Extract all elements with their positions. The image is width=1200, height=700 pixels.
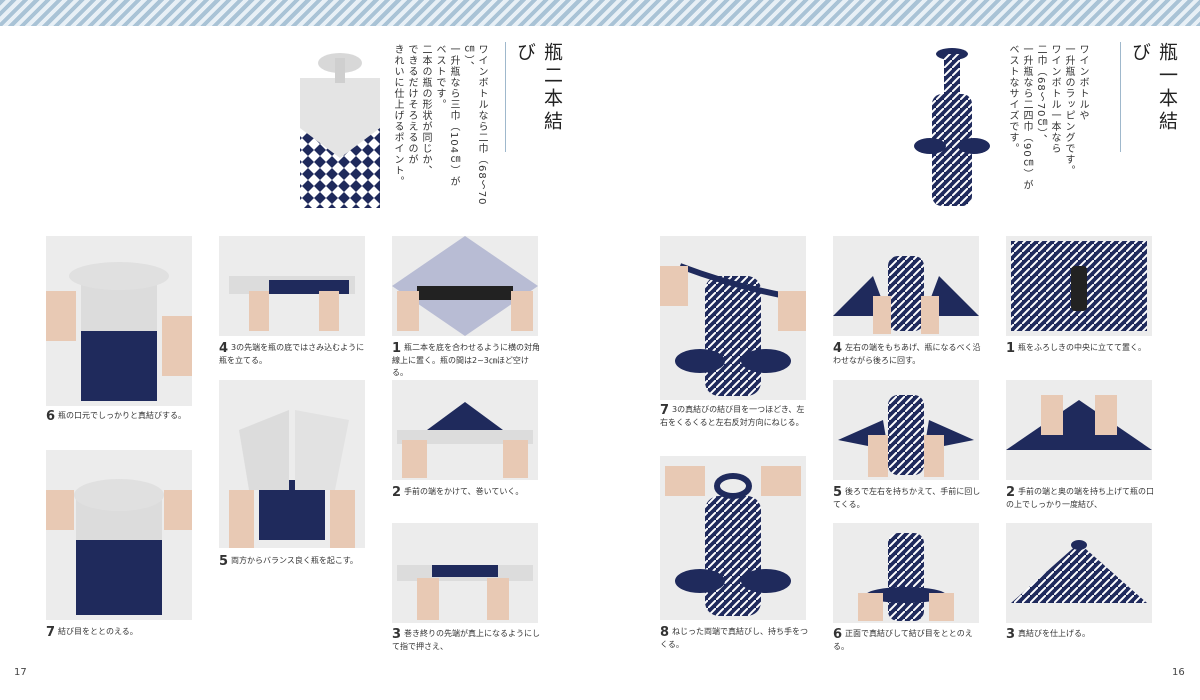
step-caption-2-right: 2 手前の端と奥の端を持ち上げて瓶の口の上でしっかり一度結び、 [1006, 485, 1155, 509]
left-intro-line: ベストです。 [434, 44, 445, 110]
step-caption-1-right: 1 瓶をふろしきの中央に立てて置く。 [1006, 341, 1147, 356]
step-photo-1-left [392, 236, 538, 336]
left-page-intro: ワインボトルなら二巾（68～70㎝）、 一升瓶なら三巾（104㎝）が ベストです… [390, 44, 488, 224]
step-photo-6-left [46, 236, 192, 406]
step-caption-3-right: 3 真結びを仕上げる。 [1006, 627, 1091, 642]
right-page-intro: ワインボトルや 一升瓶のラッピングです。 ワインボトル一本なら 二巾（68～70… [1005, 44, 1089, 224]
step-photo-2-right [1006, 380, 1152, 480]
step-caption-8-right: 8 ねじった両端で真結びし、持ち手をつくる。 [660, 625, 809, 649]
step-photo-7-left [46, 450, 192, 620]
left-page-title: 瓶二本結び [505, 42, 566, 152]
page-number-left: 17 [14, 667, 27, 678]
step-caption-2-left: 2 手前の端をかけて、巻いていく。 [392, 485, 524, 500]
step-photo-4-left [219, 236, 365, 336]
step-caption-7-right: 7 3の真結びの結び目を一つほどき、左右をくるくると左右反対方向にねじる。 [660, 403, 805, 427]
left-intro-line: 一升瓶なら三巾（104㎝）が [448, 44, 459, 188]
step-photo-6-right [833, 523, 979, 623]
step-caption-4-left: 4 3の先端を瓶の底ではさみ込むように瓶を立てる。 [219, 341, 365, 365]
step-photo-3-left [392, 523, 538, 623]
page-number-right: 16 [1172, 667, 1185, 678]
step-photo-1-right [1006, 236, 1152, 336]
step-photo-5-right [833, 380, 979, 480]
right-intro-line: 二巾（68～70㎝）、 [1035, 44, 1046, 146]
left-intro-line: 二本の瓶の形状が同じか、 [420, 44, 431, 176]
step-photo-7-right [660, 236, 806, 400]
left-intro-line: できるだけそろえるのが [406, 44, 417, 165]
step-photo-4-right [833, 236, 979, 336]
step-caption-5-right: 5 後ろで左右を持ちかえて、手前に回してくる。 [833, 485, 981, 509]
left-intro-line: ワインボトルなら二巾（68～70㎝）、 [462, 44, 487, 206]
step-caption-1-left: 1 瓶二本を底を合わせるように横の対角線上に置く。瓶の間は2~3㎝ほど空ける。 [392, 341, 541, 377]
right-intro-line: ベストなサイズです。 [1007, 44, 1018, 154]
right-page-title: 瓶一本結び [1120, 42, 1181, 152]
step-photo-2-left [392, 380, 538, 480]
step-caption-3-left: 3 巻き終りの先端が真上になるようにして指で押さえ、 [392, 627, 541, 651]
step-caption-4-right: 4 左右の端をもちあげ、瓶になるべく沿わせながら後ろに回す。 [833, 341, 981, 365]
hero-image-one-bottle [912, 44, 992, 212]
right-intro-line: ワインボトルや [1077, 44, 1088, 121]
step-photo-5-left [219, 380, 365, 548]
right-intro-line: ワインボトル一本なら [1049, 44, 1060, 154]
step-caption-6-right: 6 正面で真結びして結び目をととのえる。 [833, 627, 973, 651]
right-intro-line: 一升瓶なら二四巾（90㎝）が [1021, 44, 1032, 191]
step-photo-3-right [1006, 523, 1152, 623]
step-caption-5-left: 5 両方からバランス良く瓶を起こす。 [219, 554, 358, 569]
decorative-top-band [0, 0, 1200, 26]
step-photo-8-right [660, 456, 806, 620]
step-caption-7-left: 7 結び目をととのえる。 [46, 625, 138, 640]
hero-image-two-bottles [290, 48, 390, 213]
right-intro-line: 一升瓶のラッピングです。 [1063, 44, 1074, 176]
left-intro-line: きれいに仕上げるポイント。 [392, 44, 403, 187]
step-caption-6-left: 6 瓶の口元でしっかりと真結びする。 [46, 409, 187, 424]
